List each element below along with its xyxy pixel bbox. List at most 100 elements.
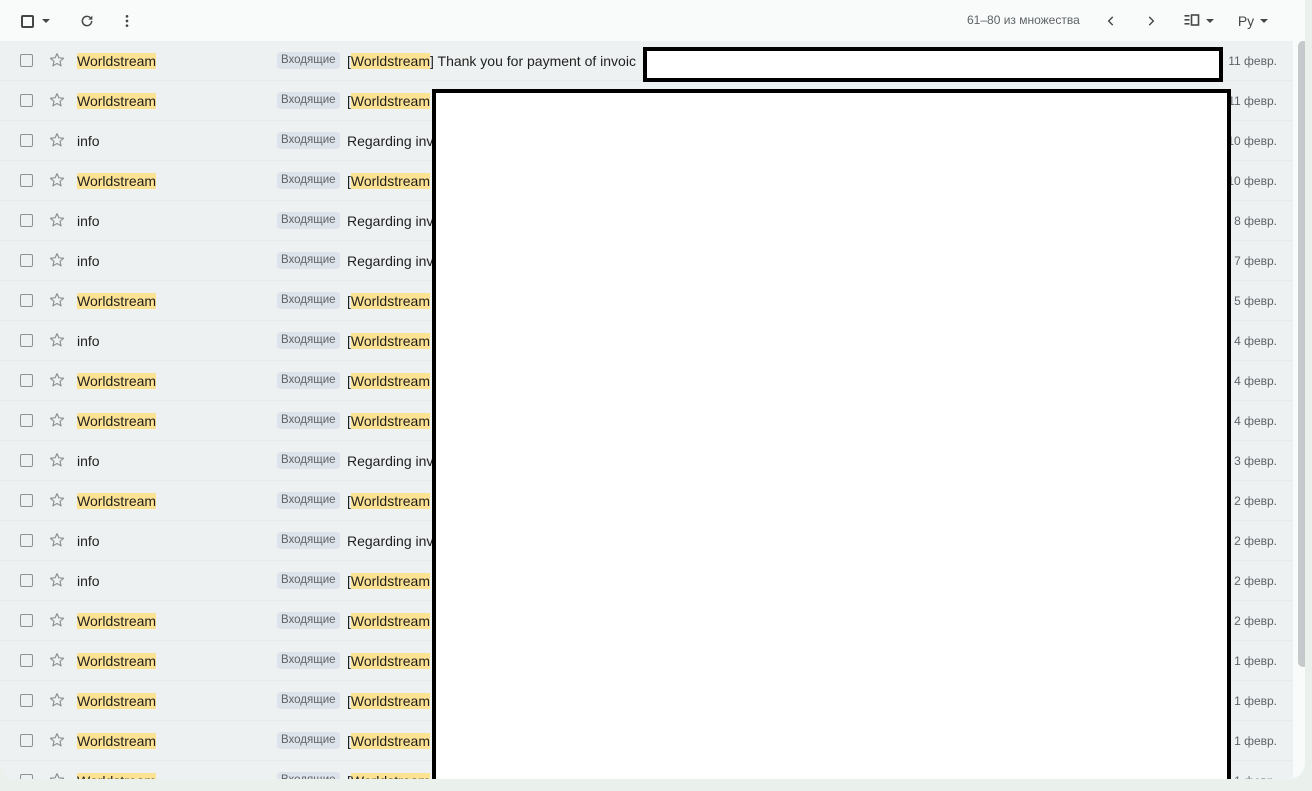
star-icon[interactable] (48, 491, 66, 509)
sender-name: info (77, 533, 100, 549)
sender-name: Worldstream (77, 693, 157, 709)
email-date: 7 февр. (1234, 254, 1277, 268)
inbox-label[interactable]: Входящие (277, 772, 340, 779)
inbox-label[interactable]: Входящие (277, 52, 340, 69)
star-icon[interactable] (48, 91, 66, 109)
subject-prefix: Regarding inv (347, 213, 434, 229)
sender-name: Worldstream (77, 93, 157, 109)
email-subject: [Worldstream (347, 293, 430, 309)
inbox-label[interactable]: Входящие (277, 492, 340, 509)
row-checkbox[interactable] (20, 534, 33, 547)
star-icon[interactable] (48, 131, 66, 149)
subject-highlight: Worldstream (350, 173, 430, 189)
row-checkbox[interactable] (20, 654, 33, 667)
email-date: 4 февр. (1234, 414, 1277, 428)
sender-name: Worldstream (77, 53, 157, 69)
row-checkbox[interactable] (20, 54, 33, 67)
inbox-label[interactable]: Входящие (277, 372, 340, 389)
row-checkbox[interactable] (20, 334, 33, 347)
refresh-button[interactable] (75, 9, 99, 33)
more-options-button[interactable] (115, 9, 139, 33)
email-date: 11 февр. (1228, 54, 1277, 68)
inbox-label[interactable]: Входящие (277, 292, 340, 309)
split-pane-icon (1184, 14, 1200, 26)
inbox-label[interactable]: Входящие (277, 252, 340, 269)
row-checkbox[interactable] (20, 174, 33, 187)
inbox-label[interactable]: Входящие (277, 692, 340, 709)
row-checkbox[interactable] (20, 614, 33, 627)
inbox-label[interactable]: Входящие (277, 452, 340, 469)
inbox-label[interactable]: Входящие (277, 172, 340, 189)
prev-page-button[interactable] (1099, 9, 1123, 33)
row-checkbox[interactable] (20, 94, 33, 107)
star-icon[interactable] (48, 571, 66, 589)
email-subject: [Worldstream (347, 333, 430, 349)
star-icon[interactable] (48, 611, 66, 629)
row-checkbox[interactable] (20, 374, 33, 387)
redaction-box (432, 89, 1231, 779)
row-checkbox[interactable] (20, 574, 33, 587)
subject-highlight: Worldstream (350, 653, 430, 669)
inbox-label[interactable]: Входящие (277, 92, 340, 109)
subject-highlight: Worldstream (350, 333, 430, 349)
row-checkbox[interactable] (20, 254, 33, 267)
inbox-label[interactable]: Входящие (277, 132, 340, 149)
email-date: 5 февр. (1234, 294, 1277, 308)
star-icon[interactable] (48, 771, 66, 779)
sender-name: Worldstream (77, 413, 157, 429)
email-date: 4 февр. (1234, 334, 1277, 348)
email-subject: Regarding inv (347, 253, 433, 269)
row-checkbox[interactable] (20, 414, 33, 427)
row-checkbox[interactable] (20, 494, 33, 507)
subject-highlight: Worldstream (350, 613, 430, 629)
row-checkbox[interactable] (20, 134, 33, 147)
chevron-left-icon (1107, 16, 1114, 26)
star-icon[interactable] (48, 371, 66, 389)
row-checkbox[interactable] (20, 734, 33, 747)
star-icon[interactable] (48, 651, 66, 669)
inbox-label[interactable]: Входящие (277, 732, 340, 749)
inbox-label[interactable]: Входящие (277, 332, 340, 349)
inbox-label[interactable]: Входящие (277, 612, 340, 629)
star-icon[interactable] (48, 51, 66, 69)
star-icon[interactable] (48, 691, 66, 709)
sender-name: Worldstream (77, 373, 157, 389)
select-menu-button[interactable] (40, 13, 52, 29)
email-subject: [Worldstream] Thank you for payment of i… (347, 53, 636, 69)
email-date: 8 февр. (1234, 214, 1277, 228)
sender-name: info (77, 333, 100, 349)
star-icon[interactable] (48, 451, 66, 469)
star-icon[interactable] (48, 411, 66, 429)
refresh-icon (81, 15, 93, 27)
inbox-label[interactable]: Входящие (277, 412, 340, 429)
select-all-checkbox[interactable] (14, 8, 40, 34)
split-pane-toggle[interactable] (1180, 9, 1218, 33)
inbox-label[interactable]: Входящие (277, 212, 340, 229)
row-checkbox[interactable] (20, 294, 33, 307)
inbox-label[interactable]: Входящие (277, 572, 340, 589)
inbox-label[interactable]: Входящие (277, 532, 340, 549)
email-subject: [Worldstream (347, 733, 430, 749)
row-checkbox[interactable] (20, 454, 33, 467)
row-checkbox[interactable] (20, 694, 33, 707)
star-icon[interactable] (48, 331, 66, 349)
email-subject: Regarding inv (347, 453, 433, 469)
row-checkbox[interactable] (20, 774, 33, 779)
scrollbar-thumb[interactable] (1298, 41, 1305, 667)
subject-highlight: Worldstream (350, 733, 430, 749)
inbox-label[interactable]: Входящие (277, 652, 340, 669)
pagination-text: 61–80 из множества (967, 13, 1080, 27)
email-date: 4 февр. (1234, 374, 1277, 388)
input-tools-button[interactable]: Ру (1233, 9, 1273, 33)
star-icon[interactable] (48, 211, 66, 229)
row-checkbox[interactable] (20, 214, 33, 227)
star-icon[interactable] (48, 291, 66, 309)
star-icon[interactable] (48, 531, 66, 549)
email-date: 1 февр. (1234, 774, 1277, 779)
star-icon[interactable] (48, 731, 66, 749)
star-icon[interactable] (48, 251, 66, 269)
sender-name: Worldstream (77, 613, 157, 629)
next-page-button[interactable] (1139, 9, 1163, 33)
star-icon[interactable] (48, 171, 66, 189)
scrollbar[interactable] (1298, 41, 1305, 779)
